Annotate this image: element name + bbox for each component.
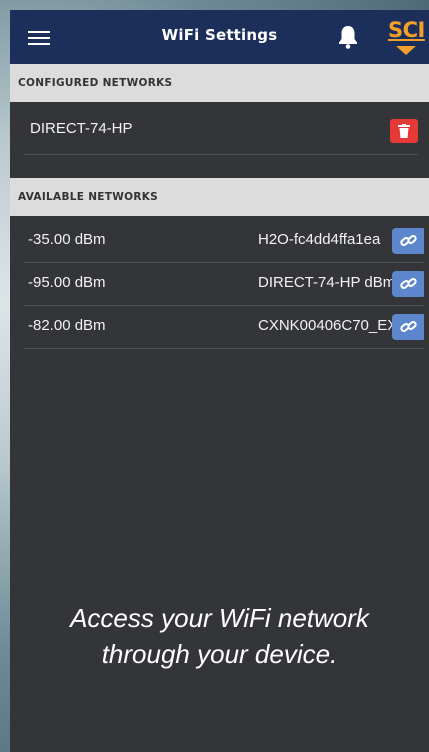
delete-network-button[interactable] (390, 119, 418, 143)
connect-network-button[interactable] (392, 271, 424, 297)
network-ssid: CXNK00406C70_EXT (258, 317, 407, 334)
configured-networks-heading: CONFIGURED NETWORKS (10, 64, 429, 102)
phone-screen: WiFi Settings SCI CONFIGURED NETWORKS DI… (10, 10, 429, 752)
available-network-row[interactable]: -95.00 dBm DIRECT-74-HP dBm (24, 263, 424, 306)
configured-network-row[interactable]: DIRECT-74-HP (24, 106, 418, 155)
bell-icon[interactable] (336, 24, 360, 50)
app-header: WiFi Settings SCI (10, 10, 429, 64)
network-ssid: DIRECT-74-HP dBm (258, 274, 396, 291)
page-title: WiFi Settings (161, 26, 278, 44)
logo-text: SCI (388, 18, 425, 42)
network-name: DIRECT-74-HP (30, 120, 133, 137)
logo-triangle (396, 46, 416, 55)
caption-line-1: Access your WiFi network (70, 603, 369, 633)
trash-icon (398, 124, 410, 138)
link-icon (400, 278, 417, 289)
signal-strength: -95.00 dBm (28, 274, 106, 291)
caption-line-2: through your device. (101, 639, 338, 669)
link-icon (400, 321, 417, 332)
link-icon (400, 235, 417, 246)
available-network-row[interactable]: -35.00 dBm H2O-fc4dd4ffa1ea (24, 220, 424, 263)
available-networks-heading: AVAILABLE NETWORKS (10, 178, 429, 216)
available-network-row[interactable]: -82.00 dBm CXNK00406C70_EXT (24, 306, 424, 349)
network-ssid: H2O-fc4dd4ffa1ea (258, 231, 381, 248)
promo-caption: Access your WiFi network through your de… (10, 600, 429, 672)
connect-network-button[interactable] (392, 314, 424, 340)
sci-logo: SCI (386, 16, 428, 60)
signal-strength: -82.00 dBm (28, 317, 106, 334)
connect-network-button[interactable] (392, 228, 424, 254)
signal-strength: -35.00 dBm (28, 231, 106, 248)
